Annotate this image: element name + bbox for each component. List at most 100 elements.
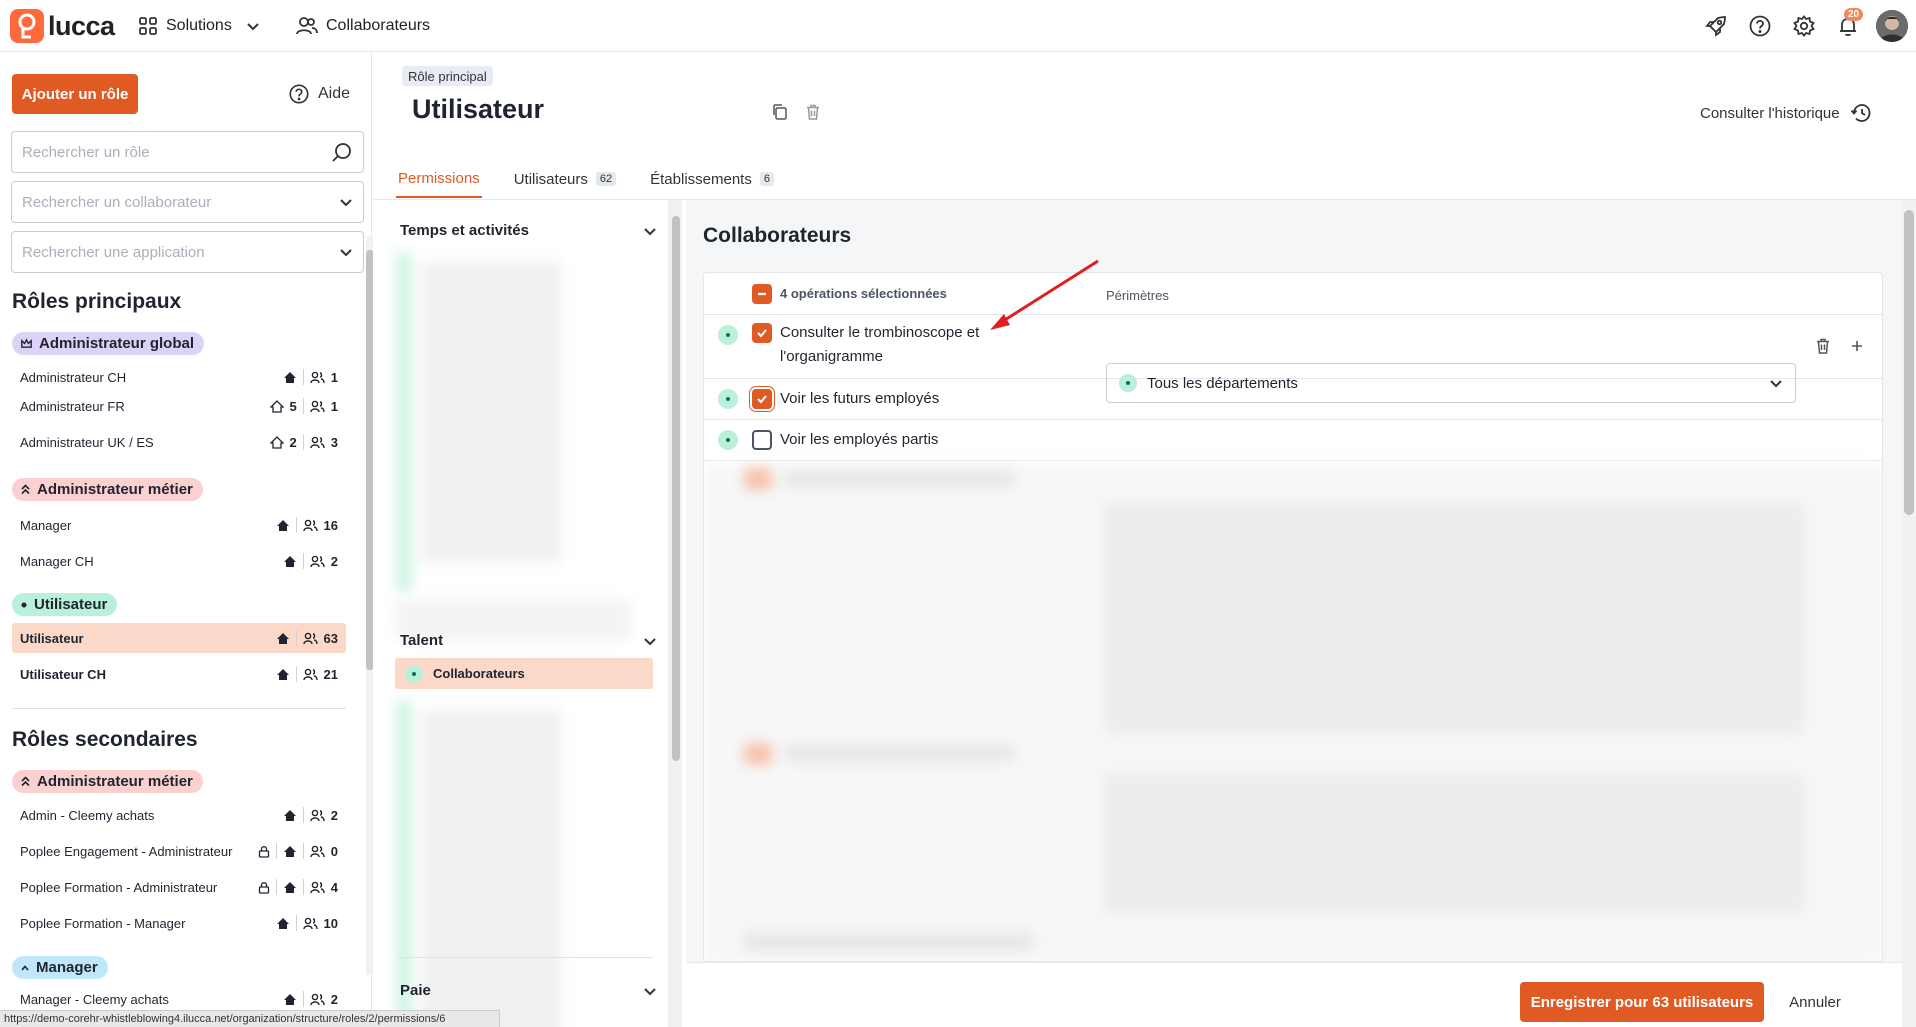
question-circle-icon bbox=[288, 83, 310, 105]
help-label: Aide bbox=[318, 85, 351, 102]
role-name: Manager - Cleemy achats bbox=[20, 991, 169, 1007]
users-icon bbox=[310, 555, 325, 568]
lock-icon bbox=[258, 845, 270, 858]
select-all-checkbox[interactable] bbox=[752, 284, 772, 304]
role-item[interactable]: Administrateur CH 1 bbox=[12, 362, 346, 392]
blurred-content bbox=[1104, 773, 1804, 913]
role-user-count: 3 bbox=[330, 434, 338, 450]
users-icon bbox=[310, 881, 325, 894]
role-item[interactable]: Poplee Engagement - Administrateur 0 bbox=[12, 836, 346, 866]
help-button[interactable]: Aide bbox=[288, 78, 350, 110]
home-filled-icon bbox=[276, 668, 290, 681]
role-item[interactable]: Admin - Cleemy achats 2 bbox=[12, 800, 346, 830]
browser-status-url: https://demo-corehr-whistleblowing4.iluc… bbox=[0, 1010, 500, 1027]
lucca-logo[interactable]: lucca bbox=[10, 9, 115, 43]
operation-row: Voir les futurs employés bbox=[704, 379, 1882, 420]
blurred-content bbox=[744, 933, 1034, 951]
duplicate-icon[interactable] bbox=[770, 102, 790, 122]
solutions-menu[interactable]: Solutions bbox=[138, 12, 260, 40]
search-application-select[interactable]: Rechercher une application bbox=[11, 231, 364, 273]
gear-icon[interactable] bbox=[1792, 14, 1816, 38]
app-group-talent[interactable]: Talent bbox=[400, 632, 657, 649]
role-name: Manager bbox=[20, 517, 72, 533]
collaborateurs-label: Collaborateurs bbox=[326, 17, 431, 34]
operation-checkbox[interactable] bbox=[752, 430, 772, 450]
app-group-label: Temps et activités bbox=[400, 222, 529, 239]
group-admin-global: Administrateur global bbox=[12, 332, 205, 355]
blurred-content bbox=[784, 471, 1014, 487]
tab-permissions[interactable]: Permissions bbox=[396, 160, 482, 198]
home-filled-icon bbox=[283, 555, 297, 568]
operation-checkbox[interactable] bbox=[752, 323, 772, 343]
chevrons-up-icon bbox=[20, 483, 31, 496]
role-item[interactable]: Administrateur FR 5 1 bbox=[12, 391, 346, 421]
home-filled-icon bbox=[276, 917, 290, 930]
history-icon bbox=[1850, 102, 1872, 124]
notification-count-badge: 20 bbox=[1844, 8, 1864, 21]
operation-row: Voir les employés partis bbox=[704, 420, 1882, 461]
search-role-input[interactable]: Rechercher un rôle bbox=[11, 131, 364, 173]
page-title: Utilisateur bbox=[412, 94, 545, 124]
role-item[interactable]: Poplee Formation - Administrateur 4 bbox=[12, 872, 346, 902]
trash-icon[interactable] bbox=[803, 102, 823, 122]
tab-count-badge: 62 bbox=[595, 172, 617, 186]
panel-title: Collaborateurs bbox=[703, 224, 852, 247]
operation-checkbox[interactable] bbox=[752, 389, 772, 409]
users-icon bbox=[310, 371, 325, 384]
users-icon bbox=[302, 917, 318, 930]
home-outline-icon bbox=[269, 435, 284, 449]
role-scope-count: 5 bbox=[289, 398, 297, 414]
operation-label: Voir les employés partis bbox=[780, 431, 939, 448]
rocket-icon[interactable] bbox=[1704, 14, 1728, 38]
role-item[interactable]: Utilisateur CH 21 bbox=[12, 659, 346, 689]
role-item-active[interactable]: Utilisateur 63 bbox=[12, 623, 346, 653]
trash-icon[interactable] bbox=[1814, 337, 1832, 355]
group-label: Utilisateur bbox=[34, 596, 108, 613]
plus-icon[interactable] bbox=[1850, 339, 1864, 353]
role-tabs: Permissions Utilisateurs 62 Établissemen… bbox=[396, 160, 806, 198]
apps-scrollbar-thumb[interactable] bbox=[672, 216, 680, 761]
secondary-roles-title: Rôles secondaires bbox=[12, 728, 198, 751]
app-group-divider bbox=[398, 957, 653, 958]
group-admin-metier: Administrateur métier bbox=[12, 478, 203, 501]
roles-list: Rôles principaux Administrateur global A… bbox=[0, 288, 362, 1027]
principal-roles-title: Rôles principaux bbox=[12, 290, 182, 313]
search-collaborateur-select[interactable]: Rechercher un collaborateur bbox=[11, 181, 364, 223]
role-user-count: 21 bbox=[323, 666, 338, 682]
blurred-content bbox=[744, 743, 772, 765]
add-role-button[interactable]: Ajouter un rôle bbox=[12, 74, 138, 114]
users-icon bbox=[296, 16, 318, 36]
collaborateurs-link[interactable]: Collaborateurs bbox=[296, 12, 430, 40]
app-group-temps[interactable]: Temps et activités bbox=[400, 222, 657, 239]
tab-etablissements[interactable]: Établissements 6 bbox=[648, 160, 776, 198]
history-link[interactable]: Consulter l'historique bbox=[1700, 102, 1872, 124]
user-avatar[interactable] bbox=[1876, 10, 1908, 42]
status-dot-icon bbox=[718, 325, 738, 345]
chevron-up-icon bbox=[20, 963, 30, 973]
role-item[interactable]: Manager CH 2 bbox=[12, 546, 346, 576]
status-dot-icon bbox=[405, 664, 423, 683]
lock-icon bbox=[258, 881, 270, 894]
blurred-content bbox=[395, 252, 413, 592]
tab-utilisateurs[interactable]: Utilisateurs 62 bbox=[512, 160, 618, 198]
role-name: Poplee Engagement - Administrateur bbox=[20, 843, 233, 859]
lucca-logo-mark bbox=[10, 9, 44, 43]
cancel-button[interactable]: Annuler bbox=[1776, 982, 1854, 1022]
role-name: Utilisateur CH bbox=[20, 666, 106, 682]
role-user-count: 10 bbox=[323, 915, 338, 931]
status-dot-icon bbox=[718, 430, 738, 450]
chevron-down-icon bbox=[643, 984, 657, 998]
tab-label: Permissions bbox=[398, 169, 480, 187]
help-icon[interactable] bbox=[1748, 14, 1772, 38]
panel-scrollbar-thumb[interactable] bbox=[1904, 210, 1914, 515]
app-group-paie[interactable]: Paie bbox=[400, 982, 657, 999]
home-filled-icon bbox=[283, 371, 297, 384]
app-item-collaborateurs[interactable]: Collaborateurs bbox=[395, 658, 653, 689]
group-label: Administrateur métier bbox=[37, 773, 193, 790]
role-item[interactable]: Administrateur UK / ES 2 3 bbox=[12, 427, 346, 457]
role-item[interactable]: Manager 16 bbox=[12, 510, 346, 540]
chevrons-up-icon bbox=[20, 775, 31, 788]
save-button[interactable]: Enregistrer pour 63 utilisateurs bbox=[1520, 982, 1764, 1022]
chevron-down-icon bbox=[643, 634, 657, 648]
role-item[interactable]: Poplee Formation - Manager 10 bbox=[12, 908, 346, 938]
